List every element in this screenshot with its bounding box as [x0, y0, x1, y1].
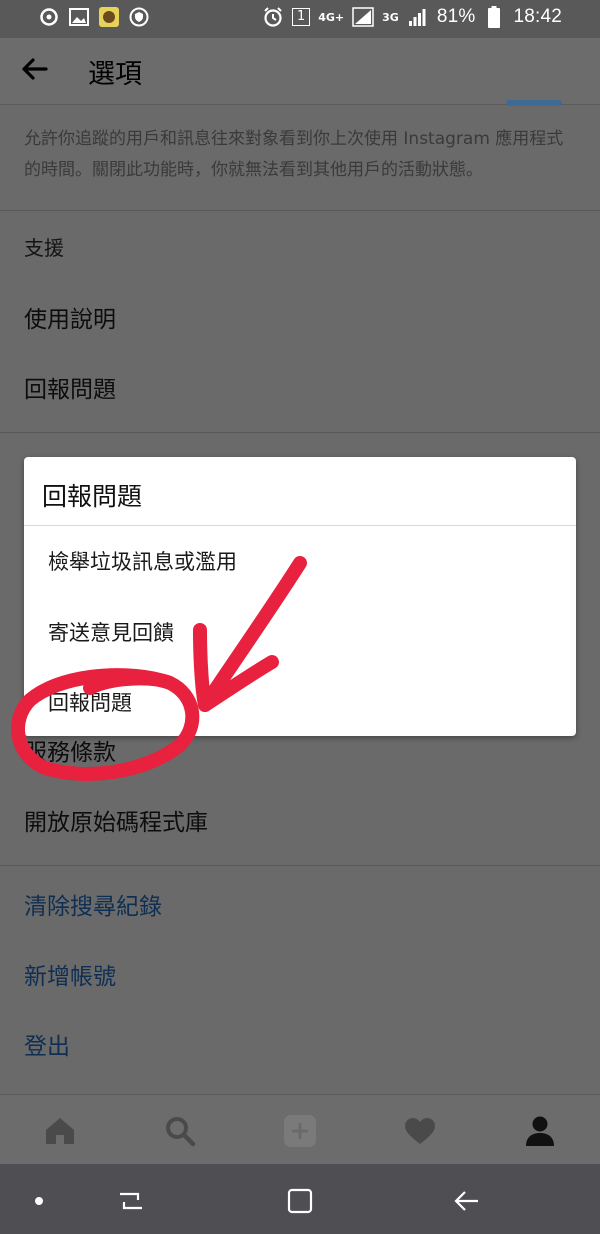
help-item[interactable]: 使用說明	[24, 300, 116, 334]
shield-icon	[128, 6, 150, 28]
support-heading: 支援	[24, 236, 64, 260]
sync-icon	[38, 6, 60, 28]
activity-status-toggle[interactable]	[506, 100, 562, 106]
report-problem-option[interactable]: 回報問題	[48, 687, 132, 717]
system-nav-bar	[0, 1164, 600, 1234]
signal-bars-icon	[407, 6, 429, 28]
home-icon[interactable]	[40, 1111, 80, 1151]
open-source-libraries-item[interactable]: 開放原始碼程式庫	[24, 803, 208, 837]
signal-icon	[352, 6, 374, 28]
log-out-link[interactable]: 登出	[24, 1027, 70, 1061]
report-problem-item[interactable]: 回報問題	[24, 370, 116, 404]
dialog-divider	[24, 525, 576, 526]
section-divider	[0, 210, 600, 211]
search-icon[interactable]	[160, 1111, 200, 1151]
section-divider	[0, 865, 600, 866]
add-account-link[interactable]: 新增帳號	[24, 957, 116, 991]
terms-of-service-item[interactable]: 服務條款	[24, 733, 116, 767]
back-icon[interactable]	[450, 1184, 484, 1218]
alarm-icon	[262, 6, 284, 28]
image-icon	[68, 6, 90, 28]
page-title: 選項	[88, 59, 142, 90]
status-bar: 1 4G+ 3G 81% 18:42	[0, 0, 600, 38]
heart-icon[interactable]	[400, 1111, 440, 1151]
network-type-a: 4G+	[318, 10, 345, 24]
report-spam-option[interactable]: 檢舉垃圾訊息或濫用	[48, 546, 237, 576]
clock: 18:42	[513, 6, 562, 27]
add-icon[interactable]	[280, 1111, 320, 1151]
app-bar: 選項	[0, 38, 600, 105]
clear-search-history-link[interactable]: 清除搜尋紀錄	[24, 887, 162, 921]
network-type-b: 3G	[382, 10, 399, 24]
battery-percent: 81%	[436, 6, 476, 27]
activity-status-description: 允許你追蹤的用戶和訊息往來對象看到你上次使用 Instagram 應用程式的時間…	[24, 129, 564, 180]
back-arrow-icon[interactable]	[18, 52, 56, 90]
home-button-icon[interactable]	[283, 1184, 317, 1218]
send-feedback-option[interactable]: 寄送意見回饋	[48, 617, 174, 647]
dot-icon[interactable]	[22, 1184, 56, 1218]
report-problem-dialog: 回報問題 檢舉垃圾訊息或濫用 寄送意見回饋 回報問題	[24, 457, 576, 736]
sim-indicator: 1	[291, 8, 311, 26]
battery-icon	[483, 6, 505, 28]
app-notification-icon	[98, 6, 120, 28]
recent-apps-icon[interactable]	[114, 1184, 148, 1218]
profile-icon[interactable]	[520, 1111, 560, 1151]
section-divider	[0, 432, 600, 433]
dialog-title: 回報問題	[42, 482, 143, 511]
bottom-tab-bar	[0, 1094, 600, 1165]
